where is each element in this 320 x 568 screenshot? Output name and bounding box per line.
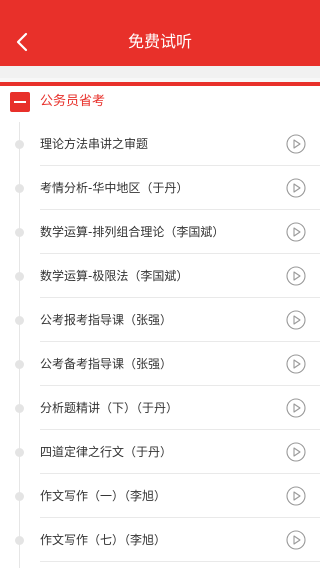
list-item[interactable]: 作文写作（一）（李旭）: [0, 474, 320, 518]
timeline-dot: [15, 404, 24, 413]
divider-band: [0, 66, 320, 78]
list-item[interactable]: 公考备考指导课（张强）: [0, 342, 320, 386]
timeline-dot: [15, 536, 24, 545]
lesson-title: 分析题精讲（下）（于丹）: [40, 401, 179, 415]
lesson-title: 作文写作（一）（李旭）: [40, 489, 167, 503]
lesson-title: 数学运算-极限法（李国斌）: [40, 269, 189, 283]
list-item[interactable]: 公考报考指导课（张强）: [0, 298, 320, 342]
list-item[interactable]: 考情分析-华中地区（于丹）: [0, 166, 320, 210]
timeline-dot: [15, 316, 24, 325]
list-item[interactable]: 分析题精讲（下）（于丹）: [0, 386, 320, 430]
timeline-dot: [15, 140, 24, 149]
play-circle-icon[interactable]: [286, 134, 306, 154]
lesson-title: 公考备考指导课（张强）: [40, 357, 173, 371]
play-circle-icon[interactable]: [286, 266, 306, 286]
page-title: 免费试听: [127, 32, 192, 51]
lesson-title: 数学运算-排列组合理论（李国斌）: [40, 225, 225, 239]
timeline-dot: [15, 228, 24, 237]
lesson-title: 四道定律之行文（于丹）: [40, 445, 173, 459]
list-item[interactable]: 理论方法串讲之审题: [0, 122, 320, 166]
play-circle-icon[interactable]: [286, 222, 306, 242]
lesson-title: 理论方法串讲之审题: [40, 137, 149, 151]
lesson-list: 理论方法串讲之审题考情分析-华中地区（于丹） 数学运算-排列组合理论（李国斌） 数学…: [0, 122, 320, 562]
timeline-dot: [15, 448, 24, 457]
list-item[interactable]: 数学运算-排列组合理论（李国斌）: [0, 210, 320, 254]
row-divider: [40, 561, 320, 562]
list-item[interactable]: 数学运算-极限法（李国斌）: [0, 254, 320, 298]
list-item[interactable]: 四道定律之行文（于丹）: [0, 430, 320, 474]
play-circle-icon[interactable]: [286, 354, 306, 374]
play-circle-icon[interactable]: [286, 530, 306, 550]
timeline-dot: [15, 360, 24, 369]
play-circle-icon[interactable]: [286, 178, 306, 198]
minus-icon[interactable]: [10, 92, 30, 112]
timeline-dot: [15, 492, 24, 501]
play-circle-icon[interactable]: [286, 442, 306, 462]
lesson-title: 公考报考指导课（张强）: [40, 313, 173, 327]
list-item[interactable]: 作文写作（七）（李旭）: [0, 518, 320, 562]
section-header[interactable]: 公务员省考: [0, 84, 320, 120]
divider-band: [0, 78, 320, 82]
timeline-dot: [15, 184, 24, 193]
lesson-title: 考情分析-华中地区（于丹）: [40, 181, 189, 195]
lesson-title: 作文写作（七）（李旭）: [40, 533, 167, 547]
play-circle-icon[interactable]: [286, 310, 306, 330]
play-circle-icon[interactable]: [286, 398, 306, 418]
section-title: 公务员省考: [40, 94, 106, 109]
play-circle-icon[interactable]: [286, 486, 306, 506]
timeline-dot: [15, 272, 24, 281]
